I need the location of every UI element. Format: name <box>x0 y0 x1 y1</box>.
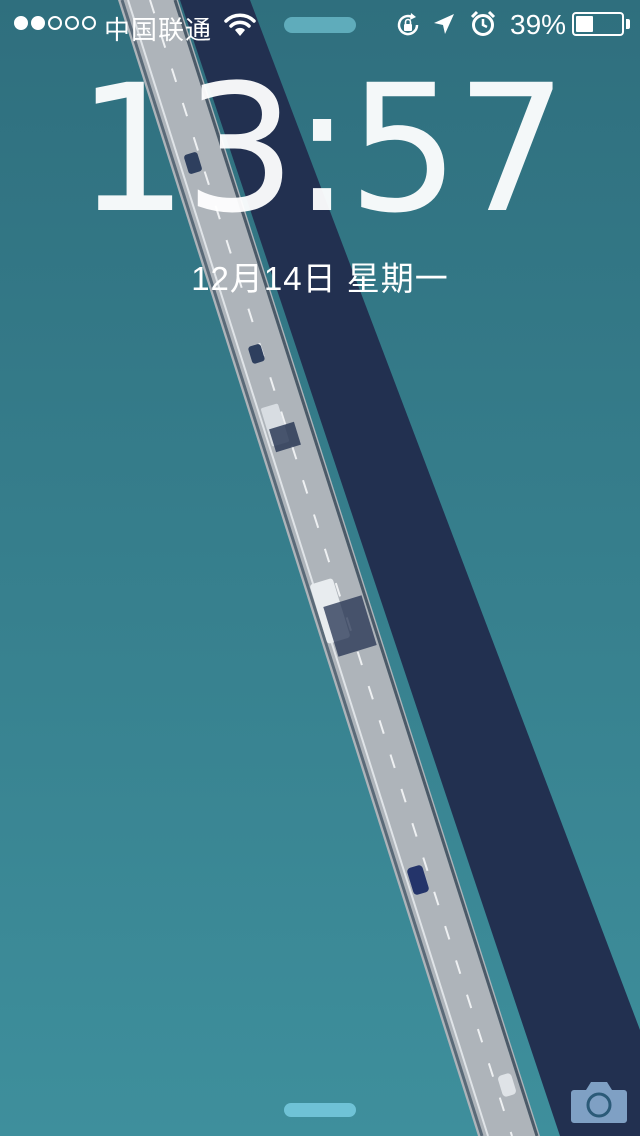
lock-screen-time: 13:57 <box>76 47 567 252</box>
notification-center-handle[interactable] <box>284 17 356 33</box>
signal-dot <box>82 16 96 30</box>
signal-strength <box>14 16 96 30</box>
lock-screen-date: 12月14日 星期一 <box>191 260 449 297</box>
signal-dot <box>48 16 62 30</box>
location-arrow-icon <box>432 12 456 41</box>
battery-tip <box>626 19 630 29</box>
battery-level <box>576 16 594 32</box>
carrier-name: 中国联通 <box>104 15 213 45</box>
battery-percentage: 39% <box>510 9 567 40</box>
signal-dot <box>31 16 45 30</box>
alarm-clock-icon <box>469 10 497 43</box>
battery-icon <box>572 12 624 36</box>
control-center-handle[interactable] <box>284 1103 356 1117</box>
status-bar: 中国联通 39% <box>0 0 640 48</box>
rotation-lock-icon <box>394 11 422 44</box>
wifi-icon <box>224 12 256 43</box>
signal-dot <box>65 16 79 30</box>
camera-icon[interactable] <box>570 1078 628 1129</box>
signal-dot <box>14 16 28 30</box>
